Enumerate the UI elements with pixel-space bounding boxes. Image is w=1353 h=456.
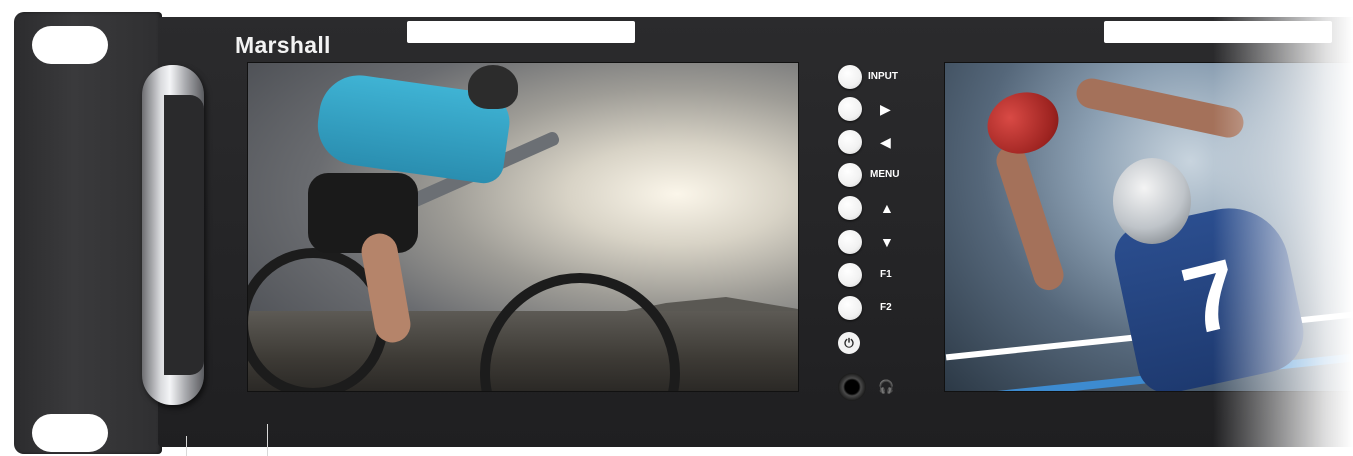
- headphone-icon: 🎧: [878, 379, 895, 394]
- left-arrow-button[interactable]: [838, 130, 862, 154]
- down-arrow-icon: ▼: [880, 234, 894, 250]
- rider-helmet: [468, 65, 518, 109]
- input-label: INPUT: [868, 71, 898, 82]
- headphone-control: 🎧: [838, 372, 894, 402]
- right-arrow-icon: ▶: [880, 101, 891, 117]
- left-rack-ear: [14, 12, 162, 454]
- down-arrow-button[interactable]: [838, 230, 862, 254]
- f1-button[interactable]: [838, 263, 862, 287]
- menu-control: MENU: [838, 162, 899, 188]
- dimension-tick-right: [267, 424, 268, 456]
- rider-shorts: [308, 173, 418, 253]
- down-control: ▼: [838, 229, 894, 255]
- f2-control: F2: [838, 295, 892, 321]
- dimension-tick-left: [186, 436, 187, 456]
- rack-mount-slot-top: [32, 26, 108, 64]
- up-arrow-button[interactable]: [838, 196, 862, 220]
- left-label-strip: [407, 21, 635, 43]
- power-control: ⏻: [838, 330, 860, 356]
- up-arrow-icon: ▲: [880, 200, 894, 216]
- up-control: ▲: [838, 195, 894, 221]
- menu-button[interactable]: [838, 163, 862, 187]
- f1-control: F1: [838, 262, 892, 288]
- right-label-strip: [1104, 21, 1332, 43]
- rack-handle[interactable]: [142, 65, 204, 405]
- menu-label: MENU: [870, 169, 900, 180]
- right-control: ▶: [838, 96, 891, 122]
- rack-mount-slot-bottom: [32, 414, 108, 452]
- input-button[interactable]: [838, 65, 862, 89]
- left-control: ◀: [838, 129, 891, 155]
- headphone-jack[interactable]: [838, 373, 866, 401]
- f1-label: F1: [880, 269, 892, 280]
- f2-label: F2: [880, 302, 892, 313]
- brand-logo: Marshall: [235, 32, 331, 58]
- f2-button[interactable]: [838, 296, 862, 320]
- left-monitor-screen: [247, 62, 799, 392]
- power-icon: ⏻: [844, 335, 854, 350]
- right-arrow-button[interactable]: [838, 97, 862, 121]
- input-control: INPUT: [838, 64, 898, 90]
- control-panel: INPUT ▶ ◀ MENU ▲ ▼ F1 F2 ⏻ 🎧: [838, 64, 928, 409]
- right-monitor-screen: 7: [944, 62, 1353, 392]
- left-arrow-icon: ◀: [880, 134, 891, 150]
- power-button[interactable]: ⏻: [838, 332, 860, 354]
- player-helmet: [1113, 158, 1191, 244]
